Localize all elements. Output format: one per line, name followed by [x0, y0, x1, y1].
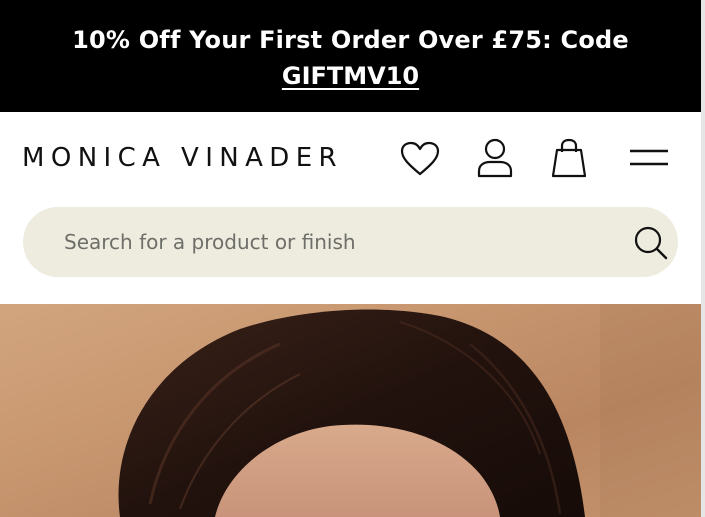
site-header: MONICA VINADER — [0, 112, 701, 304]
promo-text: 10% Off Your First Order Over £75: Code — [72, 26, 629, 54]
search-button[interactable] — [631, 225, 671, 261]
shopping-bag-button[interactable] — [549, 136, 589, 180]
search-bar — [23, 207, 678, 277]
search-icon — [634, 226, 668, 260]
account-button[interactable] — [474, 136, 516, 180]
hamburger-menu-icon — [630, 149, 668, 166]
wishlist-button[interactable] — [398, 138, 442, 180]
brand-logo[interactable]: MONICA VINADER — [22, 143, 343, 173]
promo-banner: 10% Off Your First Order Over £75: Code … — [0, 0, 701, 112]
promo-code-link[interactable]: GIFTMV10 — [282, 58, 419, 94]
user-icon — [477, 138, 513, 178]
heart-icon — [400, 141, 440, 176]
shopping-bag-icon — [551, 138, 587, 178]
hero-image — [0, 304, 701, 517]
menu-button[interactable] — [626, 144, 672, 172]
woman-dark-hair-photo — [118, 304, 701, 517]
scrollbar-track[interactable] — [701, 0, 705, 517]
search-input[interactable] — [64, 207, 604, 277]
